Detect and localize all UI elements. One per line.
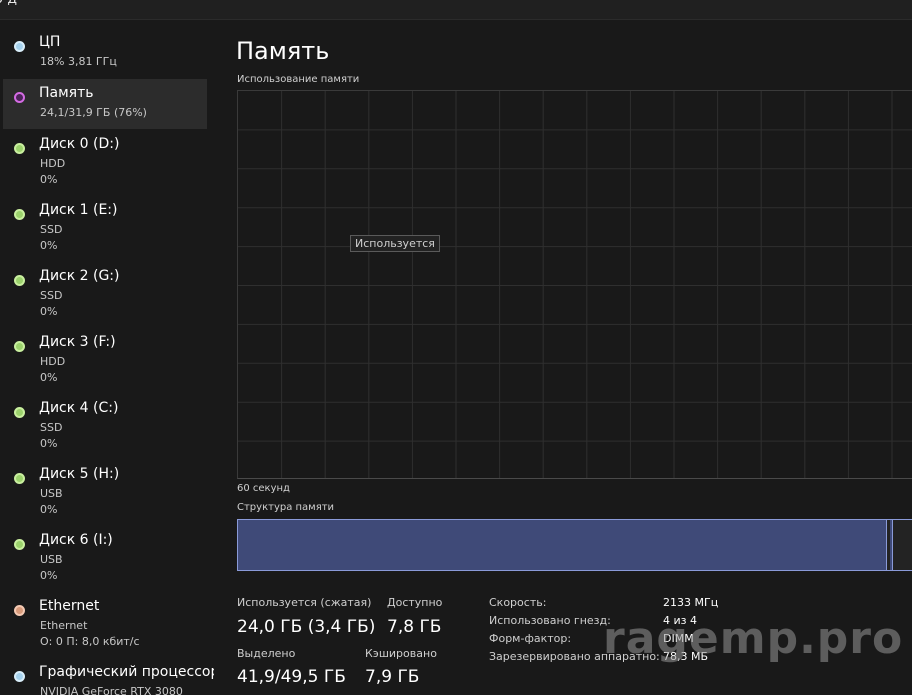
status-dot-icon [14,605,25,616]
sidebar-item-detail: SSD [40,421,63,434]
status-dot-icon [14,143,25,154]
committed-label: Выделено [237,647,296,660]
status-dot-icon [14,407,25,418]
sidebar-item-label: Диск 1 (E:) [39,202,118,218]
sidebar-item-графический-процессор[interactable]: Графический процессор NVIDIA GeForce RTX … [3,658,214,695]
sidebar-item-label: Диск 5 (H:) [39,466,120,482]
graph-tooltip: Используется [350,235,440,252]
sidebar-item-detail: NVIDIA GeForce RTX 3080 [40,685,183,695]
status-dot-icon [14,92,25,103]
watermark: ragemp.pro [603,613,904,664]
time-span-label: 60 секунд [237,483,290,494]
sidebar-item-detail: SSD [40,289,63,302]
structure-label: Структура памяти [237,502,335,513]
memory-usage-chart [238,91,912,479]
sidebar-item-label: Ethernet [39,598,100,614]
title-bar: р д — [0,0,912,20]
sidebar-item-диск-2-g[interactable]: Диск 2 (G:) SSD 0% [3,262,207,324]
sidebar-item-label: Диск 6 (I:) [39,532,113,548]
sidebar-item-usage: О: 0 П: 8,0 кбит/с [40,635,140,648]
sidebar-item-диск-6-i[interactable]: Диск 6 (I:) USB 0% [3,526,207,588]
sidebar-item-usage: 0% [40,305,58,318]
status-dot-icon [14,275,25,286]
sidebar-item-detail: Ethernet [40,619,88,632]
cached-label: Кэшировано [365,647,437,660]
sidebar-item-usage: 0% [40,173,58,186]
sidebar-item-диск-3-f[interactable]: Диск 3 (F:) HDD 0% [3,328,207,390]
modified-segment[interactable] [889,520,893,570]
graph-label: Использование памяти [237,74,360,85]
sidebar-item-detail: 24,1/31,9 ГБ (76%) [40,106,147,119]
memory-usage-graph: Используется [237,90,912,479]
main-panel: Память Использование памяти Используется… [214,20,912,695]
window-title: р д [0,0,17,7]
status-dot-icon [14,341,25,352]
minimize-icon[interactable]: — [858,0,872,6]
sidebar-item-usage: 0% [40,569,58,582]
sidebar-item-диск-5-h[interactable]: Диск 5 (H:) USB 0% [3,460,207,522]
sidebar-item-label: Диск 3 (F:) [39,334,116,350]
status-dot-icon [14,671,25,682]
status-dot-icon [14,209,25,220]
available-value: 7,8 ГБ [387,617,442,637]
speed-value: 2133 МГц [663,596,719,609]
speed-key: Скорость: [489,596,547,609]
in-use-segment[interactable] [238,520,888,570]
sidebar-item-usage: 0% [40,503,58,516]
memory-composition-bar[interactable] [237,519,912,571]
status-dot-icon [14,539,25,550]
sidebar-item-label: Диск 4 (C:) [39,400,119,416]
sidebar-item-цп[interactable]: ЦП 18% 3,81 ГГц [3,28,207,72]
committed-value: 41,9/49,5 ГБ [237,667,346,687]
sidebar-item-label: Графический процессор [39,664,214,680]
sidebar-item-detail: HDD [40,157,66,170]
sidebar-item-usage: 0% [40,371,58,384]
sidebar-item-label: Память [39,85,94,101]
sidebar-item-detail: USB [40,487,63,500]
slots-key: Использовано гнезд: [489,614,611,627]
sidebar-item-detail: HDD [40,355,66,368]
in-use-label: Используется (сжатая) [237,596,372,609]
sidebar-item-usage: 0% [40,437,58,450]
page-title: Память [236,37,330,65]
form-factor-key: Форм-фактор: [489,632,572,645]
status-dot-icon [14,473,25,484]
sidebar-item-диск-1-e[interactable]: Диск 1 (E:) SSD 0% [3,196,207,258]
available-label: Доступно [387,596,443,609]
sidebar-item-usage: 0% [40,239,58,252]
sidebar-item-label: Диск 2 (G:) [39,268,120,284]
sidebar-item-ethernet[interactable]: Ethernet Ethernet О: 0 П: 8,0 кбит/с [3,592,207,654]
series-area-Используется [238,187,912,479]
cached-value: 7,9 ГБ [365,667,420,687]
sidebar-item-detail: USB [40,553,63,566]
in-use-value: 24,0 ГБ (3,4 ГБ) [237,617,376,637]
sidebar-item-диск-0-d[interactable]: Диск 0 (D:) HDD 0% [3,130,207,192]
sidebar-item-detail: SSD [40,223,63,236]
sidebar-item-диск-4-c[interactable]: Диск 4 (C:) SSD 0% [3,394,207,456]
sidebar-item-label: Диск 0 (D:) [39,136,120,152]
sidebar-item-память[interactable]: Память 24,1/31,9 ГБ (76%) [3,79,207,129]
sidebar-item-detail: 18% 3,81 ГГц [40,55,117,68]
status-dot-icon [14,41,25,52]
sidebar: ЦП 18% 3,81 ГГц Память 24,1/31,9 ГБ (76%) Ди… [0,20,214,695]
sidebar-item-label: ЦП [39,34,61,50]
